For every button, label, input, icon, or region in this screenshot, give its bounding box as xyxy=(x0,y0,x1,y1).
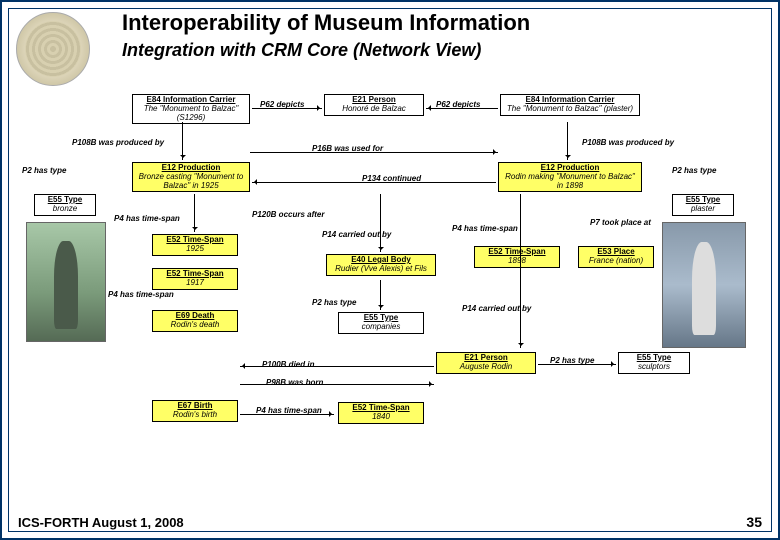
node-e21-rodin: E21 PersonAuguste Rodin xyxy=(436,352,536,374)
edge-p108b-left: P108B was produced by xyxy=(72,138,132,147)
node-e12-rodin: E12 ProductionRodin making "Monument to … xyxy=(498,162,642,192)
edge-p98b: P98B was born xyxy=(266,378,323,387)
edge-p120b: P120B occurs after xyxy=(252,210,300,219)
edge-p2-left: P2 has type xyxy=(22,166,66,175)
arrow xyxy=(250,152,498,153)
logo-seal xyxy=(16,12,90,86)
edge-p108b-right: P108B was produced by xyxy=(582,138,652,147)
node-e53-france: E53 PlaceFrance (nation) xyxy=(578,246,654,268)
edge-p2-right: P2 has type xyxy=(672,166,716,175)
arrow xyxy=(380,280,381,310)
arrow xyxy=(380,194,381,252)
arrow xyxy=(240,414,334,415)
edge-p4-left: P4 has time-span xyxy=(114,214,180,223)
arrow xyxy=(426,108,498,109)
node-ts-1917: E52 Time-Span1917 xyxy=(152,268,238,290)
arrow xyxy=(252,182,496,183)
node-e12-bronze: E12 ProductionBronze casting "Monument t… xyxy=(132,162,250,192)
node-e55-companies: E55 Typecompanies xyxy=(338,312,424,334)
arrow xyxy=(240,384,434,385)
footer-left: ICS-FORTH August 1, 2008 xyxy=(18,515,184,530)
arrow xyxy=(240,366,434,367)
arrow xyxy=(520,194,521,348)
arrow xyxy=(538,364,616,365)
node-e40-rudier: E40 Legal BodyRudier (Vve Alexis) et Fil… xyxy=(326,254,436,276)
footer-page-number: 35 xyxy=(746,514,762,530)
edge-p4-mid: P4 has time-span xyxy=(452,224,518,233)
edge-p7: P7 took place at xyxy=(590,218,640,227)
edge-p100b: P100B died in xyxy=(262,360,314,369)
diagram-canvas: E84 Information CarrierThe "Monument to … xyxy=(12,94,768,508)
arrow xyxy=(567,122,568,160)
edge-p2-comp: P2 has type xyxy=(312,298,356,307)
slide: Interoperability of Museum Information I… xyxy=(0,0,780,540)
node-ts-1925: E52 Time-Span1925 xyxy=(152,234,238,256)
edge-p4-death: P4 has time-span xyxy=(108,290,152,299)
node-e69-death: E69 DeathRodin's death xyxy=(152,310,238,332)
slide-title: Interoperability of Museum Information xyxy=(122,10,758,36)
node-e84-plaster: E84 Information CarrierThe "Monument to … xyxy=(500,94,640,116)
node-e55-plaster: E55 Typeplaster xyxy=(672,194,734,216)
node-e55-sculptors: E55 Typesculptors xyxy=(618,352,690,374)
image-plaster-statue xyxy=(662,222,746,348)
node-e84-bronze: E84 Information CarrierThe "Monument to … xyxy=(132,94,250,124)
node-e67-birth: E67 BirthRodin's birth xyxy=(152,400,238,422)
arrow xyxy=(182,122,183,160)
arrow xyxy=(194,194,195,232)
image-bronze-statue xyxy=(26,222,106,342)
slide-subtitle: Integration with CRM Core (Network View) xyxy=(122,40,758,61)
node-e55-bronze: E55 Typebronze xyxy=(34,194,96,216)
node-e21-balzac: E21 PersonHonoré de Balzac xyxy=(324,94,424,116)
node-ts-1840: E52 Time-Span1840 xyxy=(338,402,424,424)
node-ts-1898: E52 Time-Span1898 xyxy=(474,246,560,268)
arrow xyxy=(252,108,322,109)
